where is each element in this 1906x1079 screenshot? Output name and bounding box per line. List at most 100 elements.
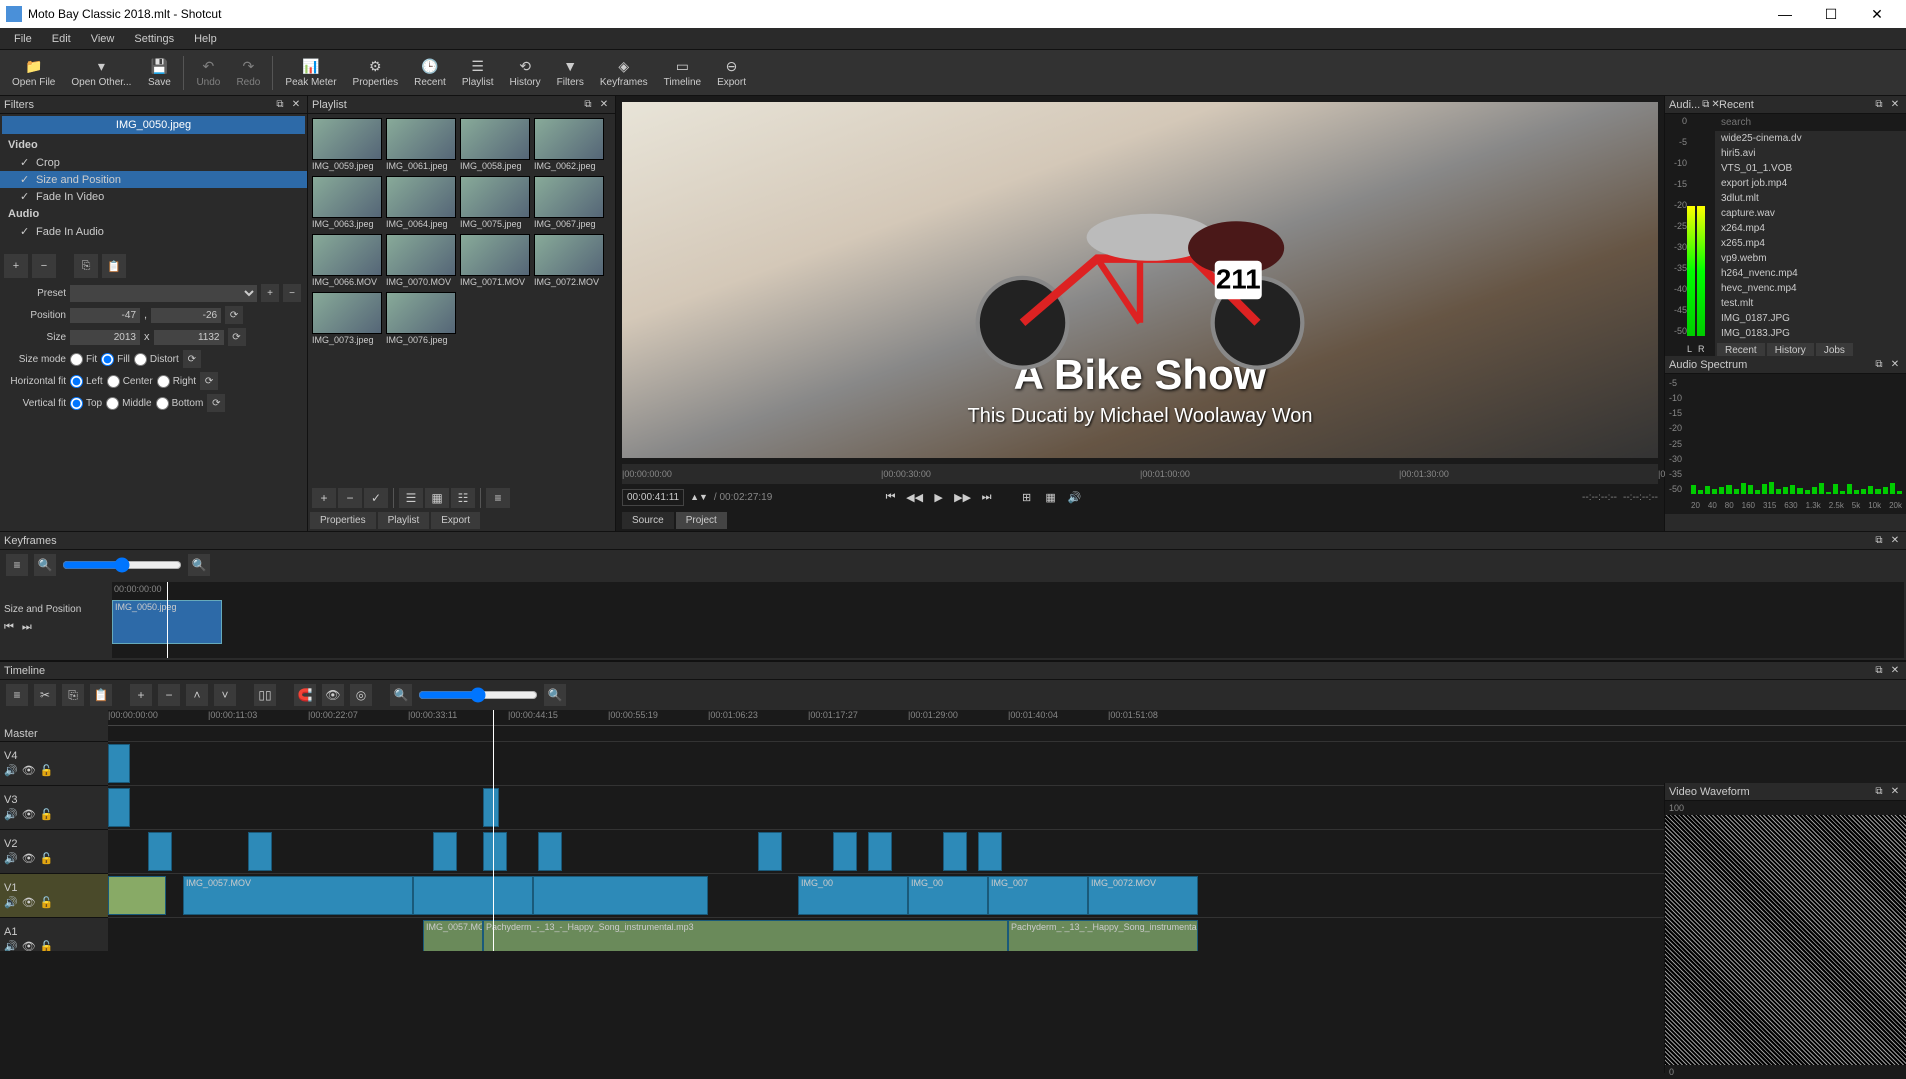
panel-undock-icon[interactable]: ⧉ bbox=[273, 98, 287, 112]
mute-icon[interactable]: 🔊 bbox=[4, 808, 18, 821]
recent-item[interactable]: x264.mp4 bbox=[1715, 221, 1906, 236]
track-head-v4[interactable]: V4🔊👁🔓 bbox=[0, 742, 108, 786]
tl-copy-button[interactable]: ⎘ bbox=[62, 684, 84, 706]
visible-icon[interactable]: 👁 bbox=[22, 940, 36, 951]
timeline-clip[interactable] bbox=[148, 832, 172, 871]
timeline-clip[interactable]: IMG_0072.MOV bbox=[1088, 876, 1198, 915]
panel-undock-icon[interactable]: ⧉ bbox=[581, 98, 595, 112]
zoom-button[interactable]: ⊞ bbox=[1018, 488, 1036, 506]
tl-scrub-button[interactable]: 👁 bbox=[322, 684, 344, 706]
open-other-button[interactable]: ▾Open Other... bbox=[63, 55, 139, 90]
tl-zoom-out-button[interactable]: 🔍 bbox=[390, 684, 412, 706]
tl-menu-button[interactable]: ≡ bbox=[6, 684, 28, 706]
preset-select[interactable] bbox=[70, 285, 257, 302]
grid-button[interactable]: ▦ bbox=[1042, 488, 1060, 506]
maximize-button[interactable]: ☐ bbox=[1808, 0, 1854, 28]
timeline-clip[interactable] bbox=[868, 832, 892, 871]
rewind-button[interactable]: ◀◀ bbox=[906, 488, 924, 506]
recent-item[interactable]: vp9.webm bbox=[1715, 251, 1906, 266]
timeline-clip[interactable] bbox=[433, 832, 457, 871]
visible-icon[interactable]: 👁 bbox=[22, 852, 36, 865]
timeline-clip[interactable] bbox=[483, 832, 507, 871]
playlist-item[interactable]: IMG_0067.jpeg bbox=[534, 176, 604, 230]
recent-item[interactable]: wide25-cinema.dv bbox=[1715, 131, 1906, 146]
playlist-menu-button[interactable]: ≡ bbox=[486, 488, 510, 508]
recent-item[interactable]: 3dlut.mlt bbox=[1715, 191, 1906, 206]
mode-fit-radio[interactable]: Fit bbox=[70, 353, 97, 366]
peak-meter-button[interactable]: 📊Peak Meter bbox=[277, 55, 344, 90]
visible-icon[interactable]: 👁 bbox=[22, 764, 36, 777]
mute-icon[interactable]: 🔊 bbox=[4, 896, 18, 909]
timeline-clip[interactable] bbox=[758, 832, 782, 871]
hfit-reset-button[interactable]: ⟳ bbox=[200, 372, 218, 390]
playlist-item[interactable]: IMG_0062.jpeg bbox=[534, 118, 604, 172]
playlist-item[interactable]: IMG_0073.jpeg bbox=[312, 292, 382, 346]
timeline-clip[interactable]: IMG_0057.MOV bbox=[183, 876, 413, 915]
track-head-master[interactable]: Master bbox=[0, 726, 108, 742]
timeline-clip[interactable]: IMG_00 bbox=[908, 876, 988, 915]
filters-button[interactable]: ▼Filters bbox=[549, 55, 592, 90]
tab-source[interactable]: Source bbox=[622, 512, 674, 529]
mute-icon[interactable]: 🔊 bbox=[4, 940, 18, 951]
lock-icon[interactable]: 🔓 bbox=[40, 808, 54, 821]
filter-add-button[interactable]: + bbox=[4, 254, 28, 278]
timeline-clip[interactable]: IMG_0057.MO bbox=[423, 920, 483, 951]
kf-zoom-slider[interactable] bbox=[62, 557, 182, 573]
timeline-clip[interactable]: IMG_007 bbox=[988, 876, 1088, 915]
panel-close-icon[interactable]: ✕ bbox=[597, 98, 611, 112]
track-head-a1[interactable]: A1🔊👁🔓 bbox=[0, 918, 108, 951]
preset-add-button[interactable]: + bbox=[261, 284, 279, 302]
vfit-reset-button[interactable]: ⟳ bbox=[207, 394, 225, 412]
skip-start-button[interactable]: ⏮ bbox=[882, 488, 900, 506]
panel-undock-icon[interactable]: ⧉ bbox=[1702, 98, 1709, 112]
filter-item[interactable]: ✓Crop bbox=[0, 154, 307, 171]
filter-item[interactable]: ✓Size and Position bbox=[0, 171, 307, 188]
mode-fill-radio[interactable]: Fill bbox=[101, 353, 130, 366]
playlist-item[interactable]: IMG_0076.jpeg bbox=[386, 292, 456, 346]
mode-distort-radio[interactable]: Distort bbox=[134, 353, 179, 366]
panel-undock-icon[interactable]: ⧉ bbox=[1872, 98, 1886, 112]
tab-properties[interactable]: Properties bbox=[310, 512, 376, 529]
timeline-playhead[interactable] bbox=[493, 710, 494, 951]
tl-append-button[interactable]: + bbox=[130, 684, 152, 706]
size-h-input[interactable] bbox=[154, 330, 224, 345]
properties-button[interactable]: ⚙Properties bbox=[345, 55, 407, 90]
tl-paste-button[interactable]: 📋 bbox=[90, 684, 112, 706]
recent-item[interactable]: x265.mp4 bbox=[1715, 236, 1906, 251]
filter-item[interactable]: ✓Fade In Video bbox=[0, 188, 307, 205]
hfit-left-radio[interactable]: Left bbox=[70, 375, 103, 388]
track-v4[interactable] bbox=[108, 742, 1906, 786]
tl-zoom-slider[interactable] bbox=[418, 687, 538, 703]
menu-view[interactable]: View bbox=[81, 31, 125, 47]
playlist-item[interactable]: IMG_0061.jpeg bbox=[386, 118, 456, 172]
playlist-item[interactable]: IMG_0063.jpeg bbox=[312, 176, 382, 230]
panel-close-icon[interactable]: ✕ bbox=[289, 98, 303, 112]
timeline-clip[interactable] bbox=[108, 876, 166, 915]
panel-close-icon[interactable]: ✕ bbox=[1888, 98, 1902, 112]
close-button[interactable]: ✕ bbox=[1854, 0, 1900, 28]
menu-file[interactable]: File bbox=[4, 31, 42, 47]
hfit-center-radio[interactable]: Center bbox=[107, 375, 153, 388]
timeline-clip[interactable] bbox=[978, 832, 1002, 871]
mode-reset-button[interactable]: ⟳ bbox=[183, 350, 201, 368]
playlist-item[interactable]: IMG_0075.jpeg bbox=[460, 176, 530, 230]
track-v2[interactable] bbox=[108, 830, 1906, 874]
vfit-middle-radio[interactable]: Middle bbox=[106, 397, 151, 410]
kf-prev-button[interactable]: ⏮ bbox=[4, 621, 14, 634]
panel-undock-icon[interactable]: ⧉ bbox=[1872, 664, 1886, 678]
preview-ruler[interactable]: |00:00:00:00|00:00:30:00|00:01:00:00|00:… bbox=[622, 464, 1658, 484]
tl-remove-button[interactable]: − bbox=[158, 684, 180, 706]
playlist-item[interactable]: IMG_0066.MOV bbox=[312, 234, 382, 288]
menu-settings[interactable]: Settings bbox=[124, 31, 184, 47]
menu-help[interactable]: Help bbox=[184, 31, 227, 47]
timeline-clip[interactable] bbox=[833, 832, 857, 871]
tl-snap-button[interactable]: 🧲 bbox=[294, 684, 316, 706]
lock-icon[interactable]: 🔓 bbox=[40, 896, 54, 909]
timeline-clip[interactable] bbox=[108, 744, 130, 783]
filter-copy-button[interactable]: ⎘ bbox=[74, 254, 98, 278]
playlist-item[interactable]: IMG_0070.MOV bbox=[386, 234, 456, 288]
panel-undock-icon[interactable]: ⧉ bbox=[1872, 358, 1886, 372]
vfit-bottom-radio[interactable]: Bottom bbox=[156, 397, 204, 410]
recent-item[interactable]: VTS_01_1.VOB bbox=[1715, 161, 1906, 176]
playlist-add-button[interactable]: + bbox=[312, 488, 336, 508]
